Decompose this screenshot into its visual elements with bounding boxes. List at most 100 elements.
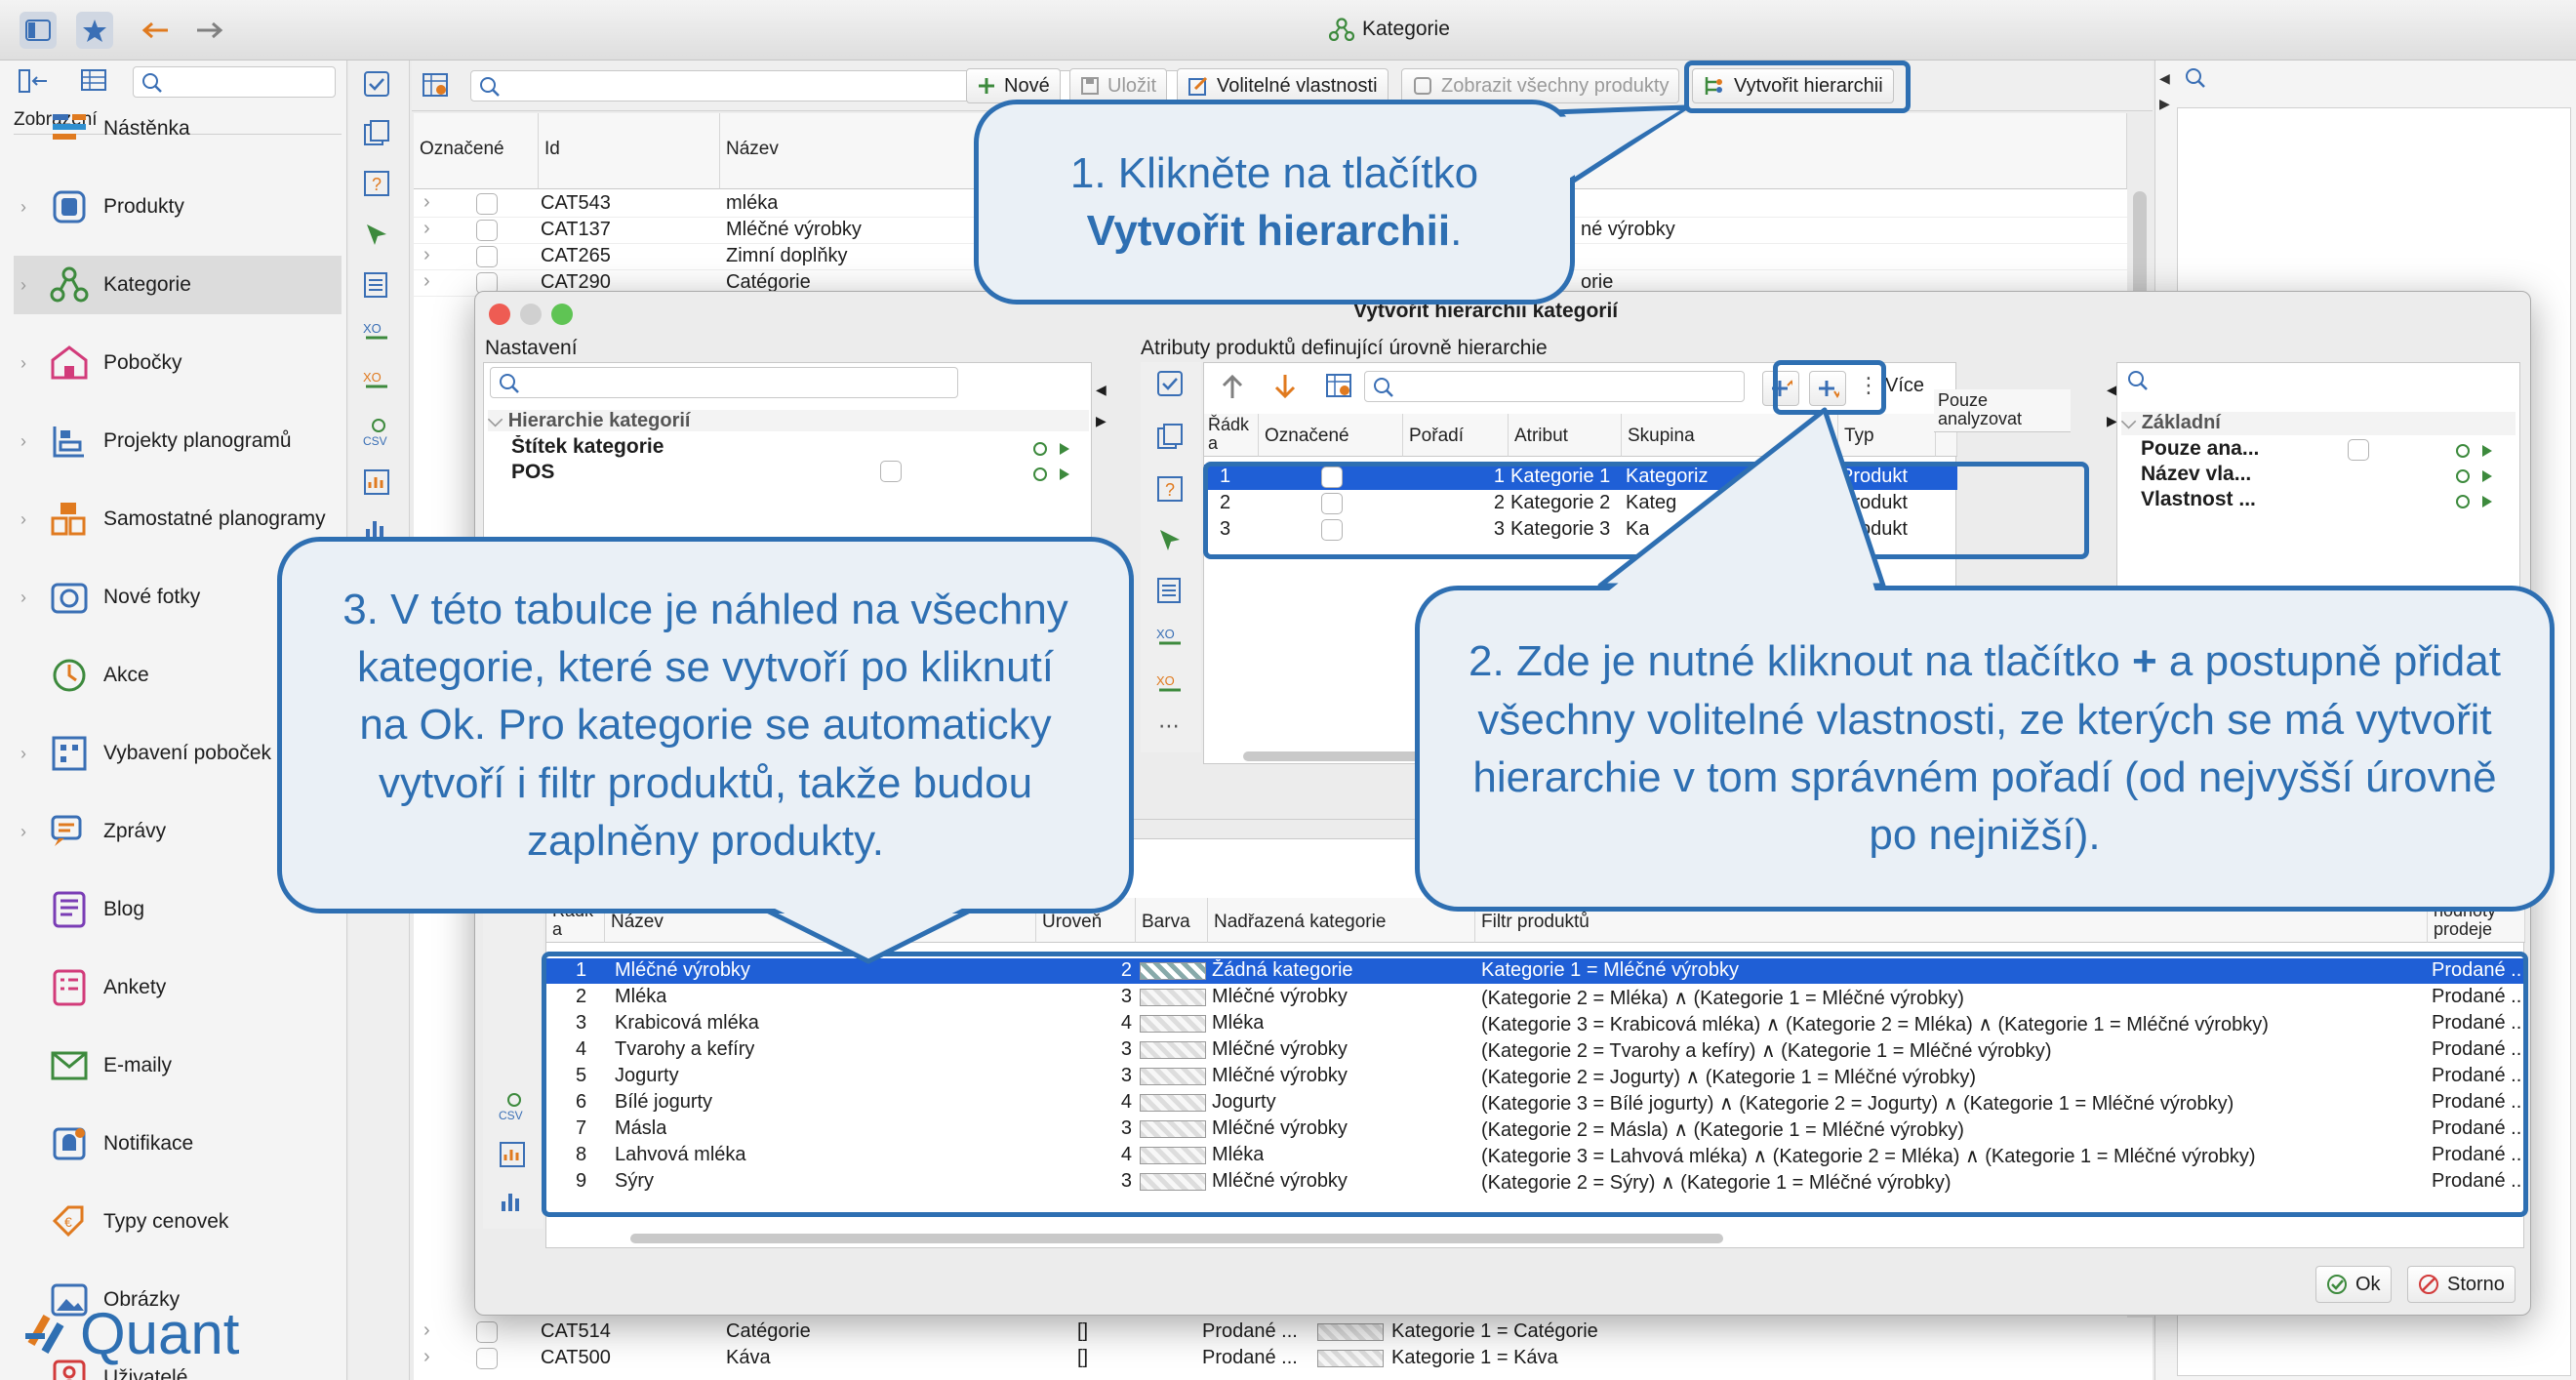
attr-col-row[interactable]: Řádk a bbox=[1204, 414, 1259, 457]
attr-col-marked[interactable]: Označené bbox=[1259, 414, 1403, 457]
property-item[interactable]: Vlastnost ... bbox=[2141, 488, 2268, 511]
attr-col-order[interactable]: Pořadí bbox=[1403, 414, 1509, 457]
collapse-right-icon[interactable]: ▶ bbox=[2159, 96, 2170, 112]
sidebar-item[interactable]: Ankety bbox=[14, 958, 342, 1017]
sidebar-item[interactable]: Notifikace bbox=[14, 1115, 342, 1173]
row-checkbox[interactable] bbox=[476, 1321, 498, 1343]
col-id[interactable]: Id bbox=[539, 113, 720, 189]
copy-icon[interactable] bbox=[1156, 423, 1186, 450]
expand-chevron-icon[interactable]: › bbox=[14, 197, 33, 218]
new-button[interactable]: Nové bbox=[966, 68, 1061, 103]
preview-col-color[interactable]: Barva bbox=[1136, 898, 1208, 943]
zoom-window-button[interactable] bbox=[551, 304, 573, 325]
csv-icon[interactable]: CSV bbox=[363, 418, 392, 449]
row-checkbox[interactable] bbox=[476, 220, 498, 241]
attr-col-type[interactable]: Typ bbox=[1838, 414, 1936, 457]
table-settings-icon[interactable] bbox=[422, 72, 451, 100]
sidebar-collapse-button[interactable] bbox=[18, 68, 49, 94]
import-icon[interactable]: XO bbox=[1156, 672, 1186, 700]
collapse-left-icon[interactable]: ◀ bbox=[1096, 382, 1107, 398]
preview-scrollbar[interactable] bbox=[630, 1234, 1723, 1243]
row-actions-icon[interactable] bbox=[2455, 492, 2498, 511]
pointer-icon[interactable] bbox=[1156, 526, 1186, 553]
properties-group-row[interactable]: ⌵ Základní bbox=[2121, 412, 2516, 435]
import-icon[interactable]: XO bbox=[363, 369, 392, 396]
sidebar-item[interactable]: € Typy cenovek bbox=[14, 1193, 342, 1251]
col-marked[interactable]: Označené bbox=[414, 113, 539, 189]
sidebar-toggle-button[interactable] bbox=[20, 12, 57, 49]
expand-chevron-icon[interactable]: › bbox=[14, 275, 33, 296]
sidebar-item[interactable]: › Kategorie bbox=[14, 256, 342, 314]
properties-search-input[interactable] bbox=[2119, 365, 2510, 396]
row-checkbox[interactable] bbox=[476, 246, 498, 267]
sidebar-item[interactable]: Nástěnka bbox=[14, 100, 342, 158]
report-icon[interactable] bbox=[363, 468, 392, 496]
tree-root-row[interactable]: ⌵ Hierarchie kategorií bbox=[488, 410, 1089, 431]
expand-chevron-icon[interactable]: › bbox=[423, 270, 430, 293]
settings-item[interactable]: POS bbox=[511, 461, 554, 484]
chart-icon[interactable] bbox=[499, 1188, 528, 1215]
expand-chevron-icon[interactable]: › bbox=[423, 1319, 430, 1342]
expand-chevron-icon[interactable]: › bbox=[423, 218, 430, 240]
row-actions-icon[interactable] bbox=[1032, 465, 1075, 484]
row-checkbox[interactable] bbox=[476, 1348, 498, 1369]
ok-button[interactable]: Ok bbox=[2315, 1266, 2392, 1303]
expand-chevron-icon[interactable]: › bbox=[14, 431, 33, 452]
expand-chevron-icon[interactable]: › bbox=[14, 822, 33, 842]
expand-chevron-icon[interactable]: › bbox=[423, 191, 430, 214]
property-checkbox[interactable] bbox=[2348, 439, 2369, 461]
property-item[interactable]: Pouze ana... bbox=[2141, 437, 2268, 461]
sidebar-item[interactable]: › Samostatné planogramy bbox=[14, 490, 342, 548]
sidebar-search-input[interactable] bbox=[133, 66, 336, 98]
sidebar-item[interactable]: › Pobočky bbox=[14, 334, 342, 392]
help-icon[interactable]: ? bbox=[363, 170, 392, 197]
settings-item[interactable]: Štítek kategorie bbox=[511, 435, 664, 459]
export-icon[interactable]: XO bbox=[1156, 626, 1186, 653]
export-icon[interactable]: XO bbox=[363, 320, 392, 347]
property-item[interactable]: Název vla... bbox=[2141, 463, 2268, 486]
cancel-button[interactable]: Storno bbox=[2407, 1266, 2516, 1303]
expand-chevron-icon[interactable]: › bbox=[423, 244, 430, 266]
sidebar-item[interactable]: › Projekty planogramů bbox=[14, 412, 342, 470]
expand-chevron-icon[interactable]: › bbox=[14, 744, 33, 764]
list-icon[interactable] bbox=[363, 271, 392, 299]
sidebar-table-button[interactable] bbox=[80, 68, 109, 94]
optional-properties-button[interactable]: Volitelné vlastnosti bbox=[1177, 68, 1389, 103]
pointer-icon[interactable] bbox=[363, 221, 392, 248]
collapse-right-icon[interactable]: ▶ bbox=[1096, 413, 1107, 429]
expand-chevron-icon[interactable]: › bbox=[14, 509, 33, 530]
minimize-window-button[interactable] bbox=[520, 304, 542, 325]
copy-icon[interactable] bbox=[363, 119, 392, 146]
select-all-icon[interactable] bbox=[363, 70, 392, 98]
list-icon[interactable] bbox=[1156, 577, 1186, 604]
help-icon[interactable]: ? bbox=[1156, 475, 1186, 503]
report-icon[interactable] bbox=[499, 1141, 528, 1168]
attr-col-attribute[interactable]: Atribut bbox=[1509, 414, 1622, 457]
show-all-products-button[interactable]: Zobrazit všechny produkty bbox=[1401, 68, 1680, 103]
attr-col-group[interactable]: Skupina bbox=[1622, 414, 1838, 457]
close-window-button[interactable] bbox=[489, 304, 510, 325]
sidebar-item[interactable]: E-maily bbox=[14, 1036, 342, 1095]
collapse-left-icon[interactable]: ◀ bbox=[2159, 70, 2170, 87]
row-actions-icon[interactable] bbox=[2455, 467, 2498, 486]
table-row[interactable]: › CAT500 Káva [] Prodané ... Kategorie 1 = Ká… bbox=[416, 1346, 2153, 1372]
pos-checkbox[interactable] bbox=[880, 461, 902, 482]
expand-chevron-icon[interactable]: › bbox=[14, 588, 33, 608]
table-row[interactable]: › CAT514 Catégorie [] Prodané ... Kategorie 1… bbox=[416, 1319, 2153, 1346]
back-button[interactable] bbox=[137, 12, 174, 49]
row-actions-icon[interactable] bbox=[1032, 439, 1075, 459]
expand-chevron-icon[interactable]: › bbox=[423, 1346, 430, 1368]
attributes-search-input[interactable] bbox=[1364, 371, 1745, 402]
settings-search-input[interactable] bbox=[490, 367, 958, 398]
sidebar-item[interactable]: › Produkty bbox=[14, 178, 342, 236]
expand-chevron-icon[interactable]: › bbox=[14, 353, 33, 374]
row-checkbox[interactable] bbox=[476, 193, 498, 215]
forward-button[interactable] bbox=[191, 12, 228, 49]
csv-icon[interactable]: CSV bbox=[499, 1092, 528, 1123]
attr-col-only-analyze[interactable]: Pouze analyzovat bbox=[1934, 389, 2071, 432]
row-actions-icon[interactable] bbox=[2455, 441, 2498, 461]
move-down-icon[interactable] bbox=[1272, 373, 1298, 400]
move-up-icon[interactable] bbox=[1220, 373, 1245, 400]
table-settings-icon[interactable] bbox=[1325, 373, 1354, 400]
right-search-input[interactable] bbox=[2177, 62, 2571, 94]
